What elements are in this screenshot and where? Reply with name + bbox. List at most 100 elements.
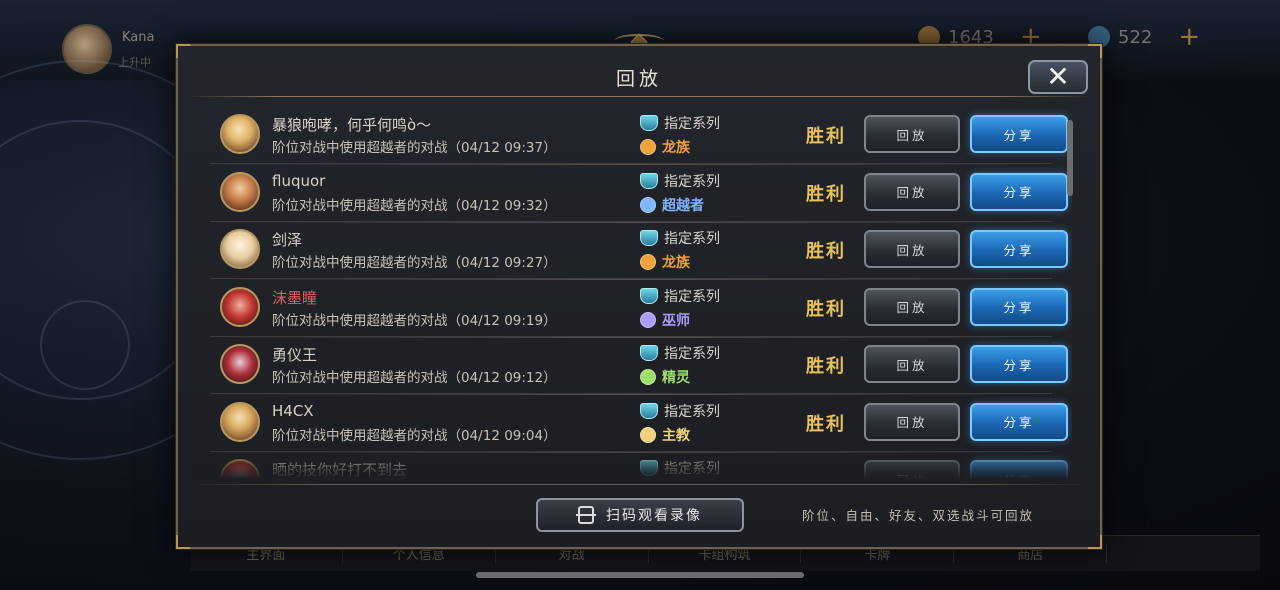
match-result: 胜利 (806, 126, 846, 147)
match-result: 胜利 (806, 413, 846, 435)
player-name: Kana (122, 30, 155, 45)
share-button[interactable]: 分享 (970, 230, 1068, 268)
corner-ornament (1088, 535, 1102, 549)
replay-button[interactable]: 回放 (864, 287, 960, 326)
replay-row[interactable]: 剑泽阶位对战中使用超越者的对战（04/12 09:27） 指定系列龙族 胜利 回放 分享 (210, 221, 1068, 280)
match-format: 指定系列 (640, 343, 720, 363)
class-label: 精灵 (662, 370, 690, 386)
replay-note: 阶位、自由、好友、双选战斗可回放 (802, 508, 1035, 523)
class-label: 龙族 (662, 255, 690, 271)
replay-list[interactable]: 暴狼咆哮，何乎何鸣ò～ 阶位对战中使用超越者的对战（04/12 09:37） 指定系… (192, 106, 1072, 478)
replay-row[interactable]: fluquor 阶位对战中使用超越者的对战（04/12 09:32） 指定系列超越者… (210, 164, 1068, 223)
format-label: 指定系列 (664, 288, 720, 305)
format-label: 指定系列 (664, 403, 720, 420)
match-format: 指定系列 (640, 401, 720, 421)
game-screen: Kana 上升中 1643 + 522 + 主界面 个人信息 对战 卡组构筑 卡… (0, 0, 1280, 590)
scan-icon (576, 506, 596, 524)
replay-dialog: 回放 ✕ 暴狼咆哮，何乎何鸣ò～ 阶位对战中使用超越者的对战（04/12 09:3… (176, 44, 1102, 549)
opponent-name: fluquor (272, 171, 326, 190)
match-format: 指定系列 (640, 286, 720, 306)
class-label: 巫师 (662, 312, 690, 329)
deck-class: 精灵 (640, 367, 690, 387)
close-button[interactable]: ✕ (1028, 60, 1088, 94)
match-description: 阶位对战中使用超越者的对战（04/12 09:04） (272, 427, 557, 444)
class-emblem-icon (640, 196, 656, 213)
opponent-avatar[interactable] (220, 344, 260, 384)
replay-button[interactable]: 回放 (864, 345, 960, 383)
format-shield-icon (640, 345, 658, 361)
resource-crystal: 522 + (1088, 22, 1200, 52)
replay-button[interactable]: 回放 (864, 230, 960, 268)
corner-ornament (176, 44, 190, 58)
format-label: 指定系列 (664, 231, 720, 247)
class-emblem-icon (640, 426, 656, 443)
magic-circle-node (40, 300, 130, 390)
opponent-name: 剑泽 (272, 231, 303, 249)
opponent-avatar[interactable] (220, 229, 260, 269)
format-shield-icon (640, 402, 658, 419)
match-format: 指定系列 (640, 113, 720, 133)
deck-class: 龙族 (640, 252, 690, 272)
format-label: 指定系列 (664, 346, 720, 362)
class-emblem-icon (640, 311, 656, 328)
match-description: 阶位对战中使用超越者的对战（04/12 09:27） (272, 255, 557, 271)
match-description: 阶位对战中使用超越者的对战（04/12 09:32） (272, 197, 557, 214)
match-result: 胜利 (806, 356, 846, 377)
scan-button-label: 扫码观看录像 (606, 508, 702, 524)
scan-qr-button[interactable]: 扫码观看录像 (536, 498, 744, 532)
opponent-avatar[interactable] (220, 286, 260, 327)
match-result: 胜利 (806, 298, 846, 320)
class-label: 龙族 (662, 140, 690, 156)
replay-row[interactable]: 勇仪王阶位对战中使用超越者的对战（04/12 09:12） 指定系列精灵 胜利 回放分… (210, 336, 1068, 395)
replay-row[interactable]: H4CX 阶位对战中使用超越者的对战（04/12 09:04） 指定系列主教 胜利 回放… (210, 394, 1068, 453)
match-description: 阶位对战中使用超越者的对战（04/12 09:19） (272, 312, 557, 329)
opponent-name: 暴狼咆哮，何乎何鸣ò～ (272, 116, 432, 134)
format-label: 指定系列 (664, 173, 720, 190)
format-shield-icon (640, 230, 658, 246)
format-label: 指定系列 (664, 116, 720, 132)
deck-class: 巫师 (640, 310, 690, 330)
match-result: 胜利 (806, 241, 846, 262)
class-label: 超越者 (662, 197, 704, 214)
add-crystal-icon[interactable]: + (1178, 22, 1200, 52)
replay-row[interactable]: 沫墨瞳阶位对战中使用超越者的对战（04/12 09:19） 指定系列巫师 胜利 回放分… (210, 279, 1068, 338)
opponent-name: 沫墨瞳 (272, 288, 318, 307)
match-description: 阶位对战中使用超越者的对战（04/12 09:12） (272, 370, 557, 386)
format-shield-icon (640, 172, 658, 189)
opponent-avatar[interactable] (220, 114, 260, 154)
replay-button[interactable]: 回放 (864, 115, 960, 153)
replay-row[interactable]: 暴狼咆哮，何乎何鸣ò～ 阶位对战中使用超越者的对战（04/12 09:37） 指定系… (210, 106, 1068, 165)
class-emblem-icon (640, 254, 656, 270)
share-button[interactable]: 分享 (970, 287, 1068, 326)
format-shield-icon (640, 115, 658, 131)
match-result: 胜利 (806, 183, 846, 205)
class-label: 主教 (662, 427, 690, 444)
deck-class: 龙族 (640, 137, 690, 157)
opponent-avatar[interactable] (220, 401, 260, 442)
close-icon: ✕ (1046, 60, 1070, 93)
deck-class: 主教 (640, 425, 690, 445)
dialog-title: 回放 (615, 68, 662, 90)
opponent-name: H4CX (272, 401, 314, 420)
match-format: 指定系列 (640, 171, 720, 191)
class-emblem-icon (640, 139, 656, 155)
match-description: 阶位对战中使用超越者的对战（04/12 09:37） (272, 140, 557, 156)
replay-button[interactable]: 回放 (864, 172, 960, 211)
share-button[interactable]: 分享 (970, 345, 1068, 383)
share-button[interactable]: 分享 (970, 402, 1068, 441)
opponent-name: 勇仪王 (272, 346, 318, 364)
opponent-avatar[interactable] (220, 171, 260, 212)
list-fade (192, 446, 1072, 478)
deck-class: 超越者 (640, 195, 704, 215)
crystal-amount: 522 (1118, 26, 1153, 48)
format-shield-icon (640, 287, 658, 304)
replay-button[interactable]: 回放 (864, 402, 960, 441)
share-button[interactable]: 分享 (970, 115, 1068, 153)
corner-ornament (176, 535, 190, 549)
share-button[interactable]: 分享 (970, 172, 1068, 211)
footer-divider (188, 484, 1090, 485)
list-scrollbar[interactable] (1067, 120, 1073, 196)
home-indicator[interactable] (476, 572, 804, 578)
match-format: 指定系列 (640, 228, 720, 248)
corner-ornament (1088, 44, 1102, 58)
